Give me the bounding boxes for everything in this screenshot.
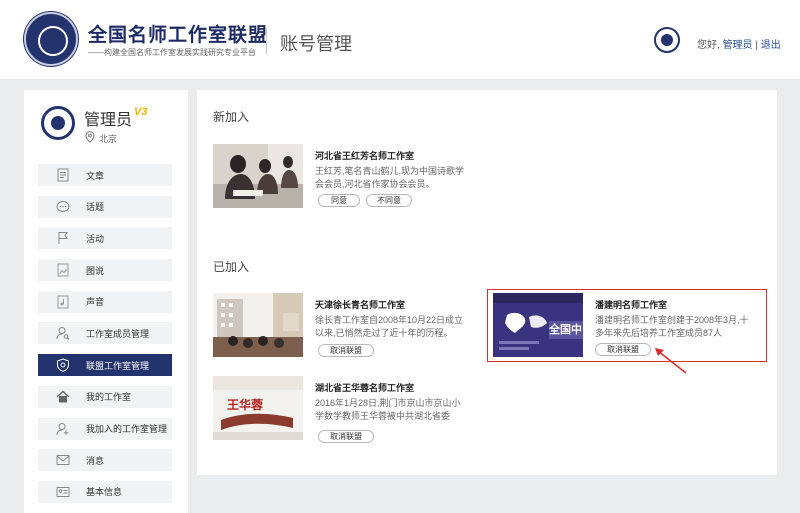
user-link[interactable]: 管理员: [723, 40, 753, 51]
new-joined-section-title: 新加入: [213, 110, 250, 124]
sidebar-item-basic-info[interactable]: 基本信息: [38, 480, 172, 503]
profile-location: 北京: [99, 134, 118, 144]
sidebar-item-label: 图说: [86, 265, 105, 276]
sidebar-item-label: 我加入的工作室管理: [86, 424, 168, 434]
logout-link[interactable]: 退出: [761, 40, 781, 51]
greeting-text: 您好,: [697, 40, 720, 51]
sidebar-item-member-management[interactable]: 工作室成员管理: [38, 322, 172, 345]
alliance-logo[interactable]: [24, 12, 78, 66]
studio-thumbnail[interactable]: [213, 293, 303, 357]
sidebar-item-my-studio[interactable]: 我的工作室: [38, 385, 172, 408]
studio-title[interactable]: 天津徐长青名师工作室: [315, 298, 405, 311]
sidebar-item-alliance-management[interactable]: 联盟工作室管理: [38, 354, 172, 377]
studio-thumbnail[interactable]: 王华蓉: [213, 376, 303, 440]
sidebar-item-messages[interactable]: 消息: [38, 449, 172, 472]
sidebar-item-label: 消息: [86, 455, 105, 466]
studio-description: 徐长青工作室自2008年10月22日成立以来,已悄然走过了近十年的历程。: [315, 315, 464, 338]
joined-section-title: 已加入: [213, 260, 250, 274]
accept-button[interactable]: 同意: [318, 194, 360, 207]
sidebar-item-joined-studios[interactable]: 我加入的工作室管理: [38, 417, 172, 440]
studio-description: 王红芳,笔名青山鹤儿,现为中国诗歌学会会员,河北省作家协会会员。: [315, 166, 465, 189]
highlight-box: [487, 289, 767, 362]
chat-bubble-icon: [56, 200, 70, 214]
sidebar-item-activities[interactable]: 活动: [38, 227, 172, 250]
sidebar-item-label: 文章: [86, 170, 105, 181]
user-search-icon: [56, 326, 70, 341]
sidebar-item-label: 工作室成员管理: [86, 328, 150, 339]
studio-thumbnail[interactable]: [213, 144, 303, 208]
sidebar: 管理员 V3 北京 文章 话题 活动 图说 声音 工作室成员管理 联盟工作室管理…: [24, 90, 188, 513]
new-studio-card: 河北省王红芳名师工作室 王红芳,笔名青山鹤儿,现为中国诗歌学会会员,河北省作家协…: [213, 144, 493, 214]
sidebar-item-label: 联盟工作室管理: [86, 360, 150, 371]
greeting-separator: |: [755, 40, 758, 51]
sidebar-menu: 文章 话题 活动 图说 声音 工作室成员管理 联盟工作室管理 我的工作室 我加入…: [38, 164, 172, 513]
cancel-alliance-button[interactable]: 取消联盟: [318, 344, 374, 357]
vip-badge: V3: [134, 106, 148, 118]
flag-icon: [56, 231, 70, 245]
header-divider: [266, 28, 267, 54]
main-panel: 新加入 河北省王红芳名师工作室 王红芳,笔名青山鹤儿,现为中国诗歌学会会员,河北…: [197, 90, 777, 475]
envelope-icon: [56, 453, 70, 467]
pointer-arrow-icon: [655, 348, 687, 374]
sidebar-item-label: 活动: [86, 233, 105, 244]
home-icon: [56, 390, 70, 404]
sidebar-item-pictures[interactable]: 图说: [38, 259, 172, 282]
sidebar-item-label: 我的工作室: [86, 392, 132, 403]
document-icon: [56, 168, 70, 182]
sidebar-item-label: 基本信息: [86, 487, 123, 498]
id-card-icon: [56, 485, 70, 499]
sidebar-item-label: 话题: [86, 202, 105, 213]
profile-avatar: [41, 106, 75, 140]
joined-studio-card: 天津徐长青名师工作室 徐长青工作室自2008年10月22日成立以来,已悄然走过了…: [213, 293, 493, 363]
page-title: 账号管理: [280, 34, 352, 54]
studio-title[interactable]: 河北省王红芳名师工作室: [315, 149, 414, 162]
top-header: 全国名师工作室联盟 ——构建全国名师工作室发展实践研究专业平台 账号管理 您好,…: [0, 0, 800, 80]
reject-button[interactable]: 不同意: [366, 194, 412, 207]
brand-subtitle: ——构建全国名师工作室发展实践研究专业平台: [88, 48, 256, 57]
profile-name: 管理员: [84, 112, 133, 129]
user-join-icon: [56, 422, 70, 436]
joined-studio-card: 王华蓉 湖北省王华蓉名师工作室 2016年1月28日,荆门市京山市京山小学数学教…: [213, 376, 493, 446]
user-greeting: 您好, 管理员 | 退出: [697, 36, 781, 51]
shield-icon: [56, 358, 70, 372]
studio-title[interactable]: 湖北省王华蓉名师工作室: [315, 381, 414, 394]
sidebar-item-label: 声音: [86, 297, 105, 308]
sidebar-item-audio[interactable]: 声音: [38, 290, 172, 313]
location-pin-icon: [85, 131, 95, 143]
sidebar-item-articles[interactable]: 文章: [38, 164, 172, 186]
sidebar-item-topics[interactable]: 话题: [38, 195, 172, 218]
image-icon: [56, 263, 70, 277]
studio-description: 2016年1月28日,荆门市京山市京山小学数学教师王华蓉被中共湖北省委: [315, 398, 461, 421]
header-avatar[interactable]: [654, 27, 680, 53]
brand-title: 全国名师工作室联盟: [88, 25, 269, 46]
cancel-alliance-button[interactable]: 取消联盟: [318, 430, 374, 443]
thumbnail-caption: 王华蓉: [227, 398, 264, 412]
audio-file-icon: [56, 295, 70, 309]
